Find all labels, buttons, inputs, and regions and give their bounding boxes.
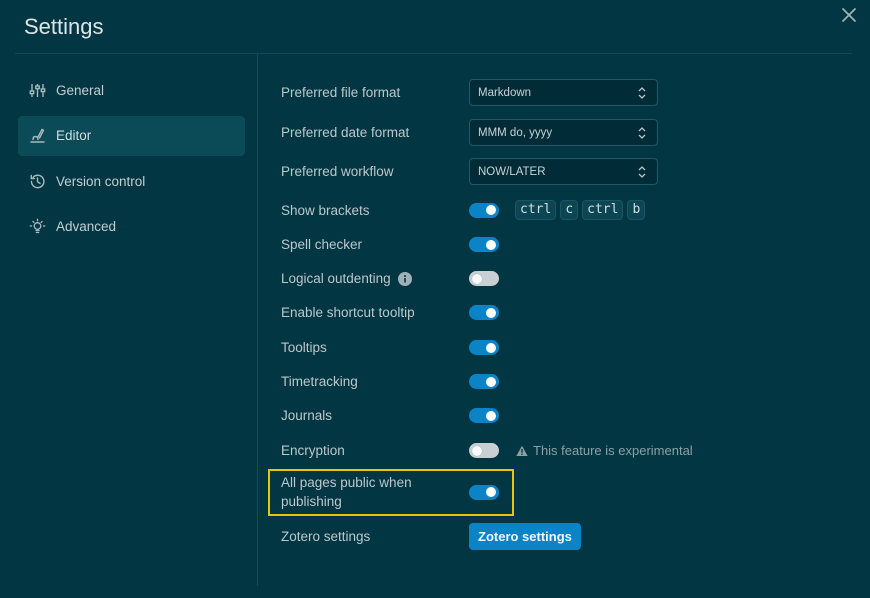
setting-spell-checker: Spell checker [281, 235, 499, 254]
setting-tooltips: Tooltips [281, 338, 499, 357]
pen-icon [29, 127, 46, 144]
sidebar-item-advanced[interactable]: Advanced [18, 207, 245, 247]
zotero-settings-button[interactable]: Zotero settings [469, 523, 581, 550]
close-icon[interactable] [838, 4, 860, 26]
setting-label: Preferred workflow [281, 164, 394, 179]
setting-label: Journals [281, 408, 333, 423]
setting-label: Show brackets [281, 202, 370, 218]
timetracking-toggle[interactable] [469, 374, 499, 389]
setting-journals: Journals [281, 406, 499, 425]
setting-label-wrap: Logical outdenting [281, 269, 469, 288]
kbd-key: b [627, 200, 646, 220]
setting-label: Enable shortcut tooltip [281, 305, 415, 320]
sidebar-item-label: Advanced [56, 219, 117, 234]
shortcut-tooltip-toggle[interactable] [469, 305, 499, 320]
encryption-toggle[interactable] [469, 443, 499, 458]
setting-encryption: Encryption This feature is experimental [281, 441, 693, 460]
setting-logical-outdenting: Logical outdenting [281, 269, 499, 288]
sidebar-item-editor[interactable]: Editor [18, 115, 245, 156]
sidebar-item-label: General [56, 82, 105, 98]
setting-shortcut-tooltip: Enable shortcut tooltip [281, 303, 499, 322]
setting-label: Encryption [281, 443, 345, 458]
setting-label: Logical outdenting [281, 271, 391, 286]
select-value: Markdown [478, 86, 532, 99]
warning-text: This feature is experimental [533, 443, 693, 458]
setting-workflow: Preferred workflow NOW/LATER [281, 158, 658, 185]
warning-icon [516, 445, 528, 457]
sidebar-item-version-control[interactable]: Version control [18, 161, 245, 201]
chevron-updown-icon [637, 86, 647, 100]
setting-timetracking: Timetracking [281, 372, 499, 391]
setting-show-brackets: Show brackets ctrl c ctrl b [281, 200, 649, 220]
sidebar-item-general[interactable]: General [18, 70, 245, 110]
setting-label: Tooltips [281, 340, 327, 355]
bulb-icon [29, 218, 46, 235]
header-divider [15, 53, 852, 54]
highlight-box [268, 469, 514, 516]
setting-zotero: Zotero settings Zotero settings [281, 523, 581, 550]
setting-date-format: Preferred date format MMM do, yyyy [281, 119, 658, 146]
chevron-updown-icon [637, 165, 647, 179]
tooltips-toggle[interactable] [469, 340, 499, 355]
date-format-select[interactable]: MMM do, yyyy [469, 119, 658, 146]
logical-outdenting-toggle[interactable] [469, 271, 499, 286]
file-format-select[interactable]: Markdown [469, 79, 658, 106]
setting-file-format: Preferred file format Markdown [281, 79, 658, 106]
info-icon[interactable] [397, 271, 412, 286]
shortcut-keys: ctrl c ctrl b [515, 200, 649, 220]
setting-label: Preferred date format [281, 125, 410, 140]
sidebar-item-label: Editor [56, 128, 92, 143]
setting-label: Zotero settings [281, 529, 371, 544]
setting-label: Timetracking [281, 374, 358, 389]
sidebar-divider [257, 54, 258, 586]
sidebar-item-label: Version control [56, 173, 146, 189]
workflow-select[interactable]: NOW/LATER [469, 158, 658, 185]
page-title: Settings [24, 14, 104, 39]
kbd-key: ctrl [582, 200, 624, 220]
kbd-key: ctrl [515, 200, 557, 220]
spell-checker-toggle[interactable] [469, 237, 499, 252]
setting-label: Spell checker [281, 237, 363, 252]
settings-sidebar: General Editor Version control Advanced [18, 70, 245, 252]
select-value: NOW/LATER [478, 165, 546, 178]
experimental-warning: This feature is experimental [516, 443, 693, 458]
setting-label: Preferred file format [281, 85, 401, 100]
kbd-key: c [560, 200, 579, 220]
journals-toggle[interactable] [469, 408, 499, 423]
sliders-icon [29, 82, 46, 99]
history-icon [29, 173, 46, 190]
chevron-updown-icon [637, 126, 647, 140]
select-value: MMM do, yyyy [478, 126, 553, 139]
show-brackets-toggle[interactable] [469, 202, 499, 218]
